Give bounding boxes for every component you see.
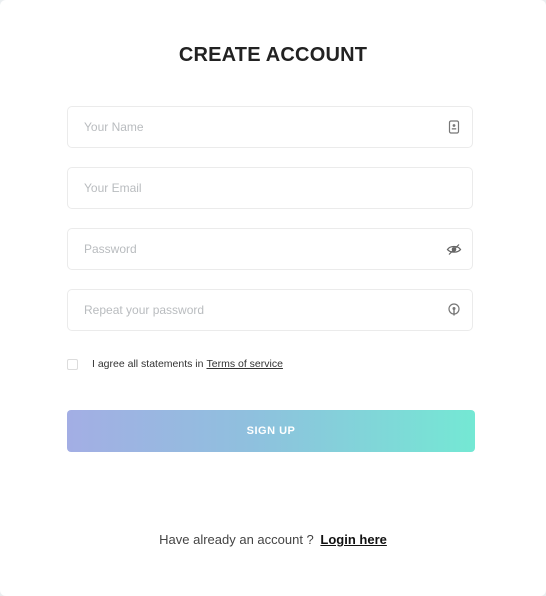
password-field-container	[67, 228, 473, 270]
lock-icon	[448, 303, 460, 316]
id-card-icon	[448, 120, 460, 134]
email-field-container	[67, 167, 473, 209]
eye-icon[interactable]	[446, 241, 462, 257]
repeat-password-field-container	[67, 289, 473, 331]
page-title: CREATE ACCOUNT	[178, 44, 368, 66]
terms-of-service-link[interactable]: Terms of service	[206, 358, 282, 370]
signup-card: CREATE ACCOUNT I agree all statements in…	[0, 0, 546, 596]
terms-agreement: I agree all statements in Terms of servi…	[67, 356, 283, 372]
password-input[interactable]	[68, 229, 472, 269]
name-field-container	[67, 106, 473, 148]
sign-up-button[interactable]: SIGN UP	[67, 410, 475, 452]
agree-checkbox[interactable]	[67, 358, 78, 370]
name-input[interactable]	[68, 107, 472, 147]
repeat-password-input[interactable]	[68, 290, 472, 330]
email-input[interactable]	[68, 168, 472, 208]
agree-label: I agree all statements in	[92, 358, 204, 370]
login-prompt-text: Have already an account ?	[159, 532, 314, 547]
login-prompt: Have already an account ? Login here	[0, 532, 546, 547]
login-link[interactable]: Login here	[320, 532, 386, 547]
